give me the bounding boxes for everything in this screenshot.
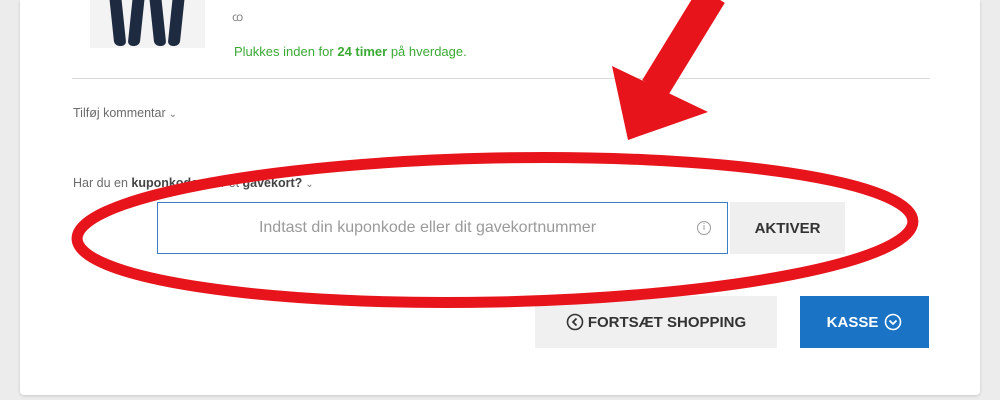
- add-comment-toggle[interactable]: Tilføj kommentar ⌄: [73, 106, 177, 120]
- continue-shopping-button[interactable]: FORTSÆT SHOPPING: [535, 296, 777, 348]
- checkout-button[interactable]: KASSE: [800, 296, 929, 348]
- chevron-left-circle-icon: [566, 313, 584, 331]
- coupon-question-prefix: Har du en: [73, 176, 132, 190]
- checkout-label: KASSE: [826, 313, 879, 331]
- coupon-question-middle: eller et: [198, 176, 243, 190]
- product-thumbnail[interactable]: [90, 0, 205, 48]
- stock-note-suffix: på hverdage.: [387, 44, 467, 59]
- activate-coupon-button[interactable]: AKTIVER: [730, 202, 845, 254]
- stock-icon: ꭃ: [232, 10, 244, 24]
- coupon-question-coupon: kuponkode: [131, 176, 199, 190]
- chevron-down-icon: ⌄: [168, 109, 177, 120]
- chevron-down-circle-icon: [885, 313, 902, 331]
- coupon-input[interactable]: [158, 203, 727, 253]
- stock-note: Plukkes inden for 24 timer på hverdage.: [234, 44, 467, 59]
- product-image-leg: [127, 0, 145, 46]
- continue-shopping-label: FORTSÆT SHOPPING: [587, 313, 747, 331]
- stock-note-time: 24 timer: [337, 44, 388, 59]
- product-image-leg: [167, 0, 185, 46]
- chevron-down-icon: ⌄: [305, 179, 314, 190]
- coupon-question-giftcard: gavekort?: [242, 176, 303, 190]
- stock-note-prefix: Plukkes inden for: [234, 44, 338, 59]
- add-comment-label: Tilføj kommentar: [73, 106, 166, 120]
- product-image-leg: [149, 0, 167, 46]
- product-image-leg: [109, 0, 127, 46]
- coupon-field: i: [157, 202, 728, 254]
- divider: [72, 78, 930, 79]
- coupon-toggle[interactable]: Har du en kuponkode eller et gavekort? ⌄: [73, 176, 314, 190]
- info-icon[interactable]: i: [697, 221, 711, 235]
